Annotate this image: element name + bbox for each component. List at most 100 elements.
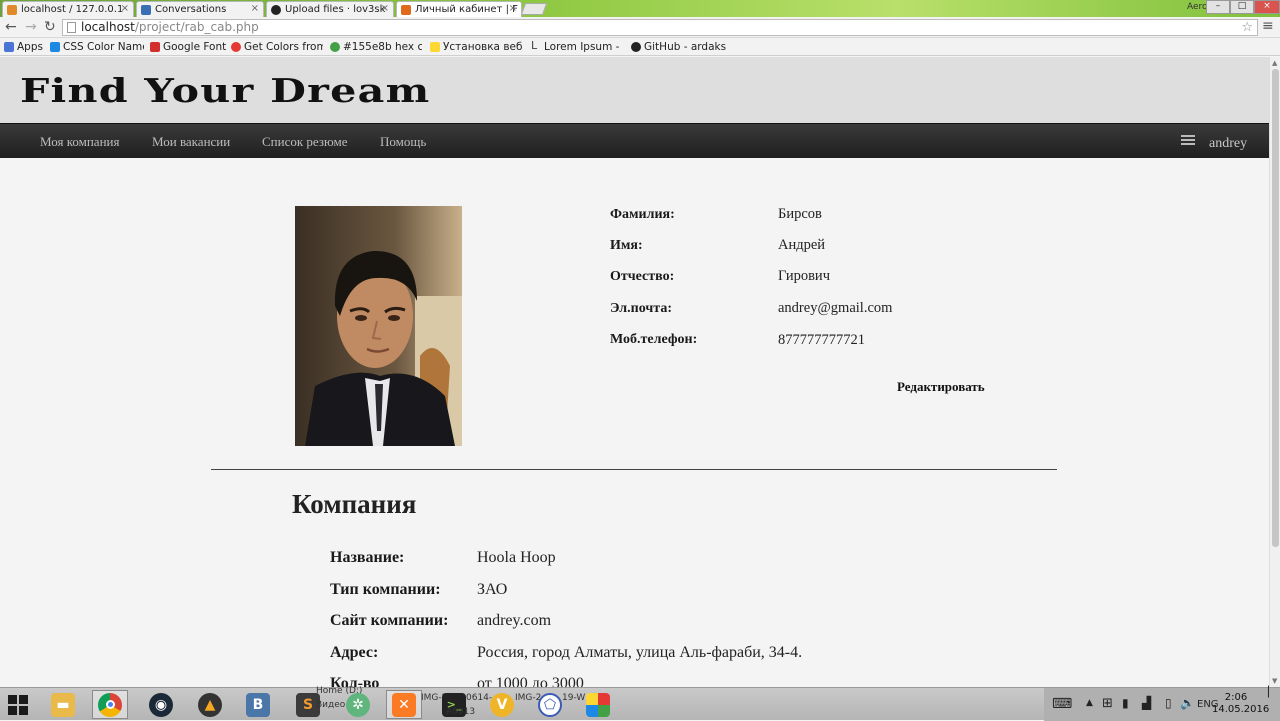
url-path: /project/rab_cab.php <box>134 20 259 34</box>
name-value: Андрей <box>778 237 826 253</box>
tab-title: Личный кабинет | F <box>415 4 518 15</box>
taskbar-aimp[interactable]: ▲ <box>192 690 228 719</box>
taskbar-xampp[interactable]: ✕ <box>386 690 422 719</box>
atom-icon: ✲ <box>346 692 370 717</box>
nav-username[interactable]: andrey <box>1209 136 1247 152</box>
site-brand-logo[interactable]: Find Your Dream <box>20 71 430 110</box>
system-clock[interactable]: 2:06 14.05.2016 <box>1212 692 1270 716</box>
bookmark-css-color-names[interactable]: CSS Color Names <box>50 40 144 54</box>
battery-icon[interactable]: ▯ <box>1165 696 1172 710</box>
edit-profile-link[interactable]: Редактировать <box>897 379 985 395</box>
keyboard-icon[interactable]: ⌨ <box>1052 696 1072 712</box>
page-icon <box>67 22 76 33</box>
apps-grid-icon <box>4 42 14 52</box>
nav-my-vacancies[interactable]: Мои вакансии <box>152 134 230 150</box>
bookmark-label: GitHub - ardaksh <box>644 41 727 53</box>
taskbar-vk[interactable]: B <box>240 690 276 719</box>
tab-title: Upload files · lov3sk <box>285 4 386 15</box>
forward-arrow-icon[interactable]: → <box>25 19 37 35</box>
bookmark-github[interactable]: GitHub - ardaksh <box>631 40 727 54</box>
signal-icon[interactable]: ▟ <box>1142 696 1151 710</box>
address-bar[interactable]: localhost/project/rab_cab.php ☆ <box>62 19 1258 36</box>
bookmark-hex-color[interactable]: #155e8b hex colo <box>330 40 422 54</box>
scroll-down-arrow-icon[interactable]: ▼ <box>1272 677 1277 685</box>
close-icon[interactable]: × <box>381 3 389 14</box>
name-label: Имя: <box>610 238 643 253</box>
bookmark-apps[interactable]: Apps <box>4 40 44 54</box>
taskbar-explorer[interactable]: ▬ <box>45 690 81 719</box>
phpmyadmin-icon <box>7 5 17 15</box>
windows-flag-icon[interactable]: ⊞ <box>1102 696 1113 711</box>
email-label: Эл.почта: <box>610 301 672 316</box>
windows-start-button[interactable] <box>8 695 28 715</box>
taskbar-steam[interactable]: ◉ <box>143 690 179 719</box>
clock-date: 14.05.2016 <box>1212 704 1270 715</box>
company-type-value: ЗАО <box>477 581 508 598</box>
bookmark-label: #155e8b hex colo <box>343 41 422 53</box>
company-type-label: Тип компании: <box>330 581 441 598</box>
site-header: Find Your Dream <box>0 57 1269 123</box>
nav-resume-list[interactable]: Список резюме <box>262 134 348 150</box>
minimize-button[interactable]: – <box>1206 0 1230 14</box>
conversations-icon <box>141 5 151 15</box>
taskbar-chrome[interactable] <box>92 690 128 719</box>
bookmark-label: Apps <box>17 41 43 53</box>
windows-taskbar: ▬ ◉ ▲ B S Home (D:) Видео ✲ ✕ IMG-2016 >… <box>0 686 1280 721</box>
bookmark-label: Get Colors from I <box>244 41 323 53</box>
scrollbar-thumb[interactable] <box>1272 69 1279 547</box>
browser-tab-phpmyadmin[interactable]: localhost / 127.0.0.1 × <box>2 1 134 17</box>
company-address-value: Россия, город Алматы, улица Аль-фараби, … <box>477 644 803 661</box>
close-icon[interactable]: × <box>509 3 517 14</box>
bookmark-star-icon[interactable]: ☆ <box>1241 20 1253 35</box>
profile-photo <box>295 206 462 446</box>
github-icon <box>271 5 281 15</box>
scroll-up-arrow-icon[interactable]: ▲ <box>1272 59 1277 67</box>
github-icon <box>631 42 641 52</box>
show-desktop-button[interactable]: ▏ <box>1268 687 1276 698</box>
browser-menu-icon[interactable]: ≡ <box>1262 18 1274 34</box>
phone-label: Моб.телефон: <box>610 332 698 347</box>
chrome-icon <box>98 692 122 717</box>
list-menu-icon[interactable] <box>1181 135 1195 147</box>
folder-icon: ▬ <box>51 692 75 717</box>
company-site-value: andrey.com <box>477 612 552 629</box>
bookmark-lorem-ipsum[interactable]: L Lorem Ipsum - Al <box>531 40 623 54</box>
close-window-button[interactable]: × <box>1254 0 1280 14</box>
network-icon[interactable]: ▮ <box>1122 696 1129 710</box>
company-size-value: от 1000 до 3000 <box>477 675 584 687</box>
bookmark-get-colors[interactable]: Get Colors from I <box>231 40 323 54</box>
page-scrollbar[interactable]: ▲ ▼ <box>1269 57 1280 687</box>
clock-time: 2:06 <box>1224 692 1248 703</box>
browser-tab-cabinet[interactable]: Личный кабинет | F × <box>396 1 522 17</box>
back-arrow-icon[interactable]: ← <box>5 19 17 35</box>
site-favicon-icon <box>401 5 411 15</box>
bookmark-google-fonts[interactable]: Google Fonts <box>150 40 226 54</box>
nav-help[interactable]: Помощь <box>380 134 426 150</box>
company-section-title: Компания <box>292 489 417 519</box>
close-icon[interactable]: × <box>121 3 129 14</box>
company-name-value: Hoola Hoop <box>477 549 556 566</box>
v-app-icon: V <box>490 692 514 717</box>
nav-my-company[interactable]: Моя компания <box>40 134 119 150</box>
steam-icon: ◉ <box>149 692 173 717</box>
tab-title: Conversations <box>155 4 227 15</box>
xampp-icon: ✕ <box>392 692 416 717</box>
bookmark-favicon-icon: L <box>531 40 538 52</box>
browser-tab-conversations[interactable]: Conversations × <box>136 1 264 17</box>
new-tab-button[interactable] <box>520 3 548 15</box>
vk-icon: B <box>246 692 270 717</box>
reload-icon[interactable]: ↻ <box>44 19 56 35</box>
bookmark-favicon-icon <box>231 42 241 52</box>
maximize-button[interactable]: □ <box>1230 0 1254 14</box>
pentagon-icon: ⬠ <box>538 692 562 717</box>
browser-tab-upload-files[interactable]: Upload files · lov3sk × <box>266 1 394 17</box>
taskbar-cube[interactable] <box>580 690 616 719</box>
volume-icon[interactable]: 🔈 <box>1180 696 1195 710</box>
close-icon[interactable]: × <box>251 3 259 14</box>
bookmark-label: CSS Color Names <box>63 41 144 53</box>
tray-expand-icon[interactable]: ▲ <box>1086 698 1093 708</box>
tab-title: localhost / 127.0.0.1 <box>21 4 124 15</box>
taskbar-atom[interactable]: ✲ <box>340 690 376 719</box>
bookmark-web-server[interactable]: Установка веб-се <box>430 40 522 54</box>
company-address-label: Адрес: <box>330 644 379 661</box>
